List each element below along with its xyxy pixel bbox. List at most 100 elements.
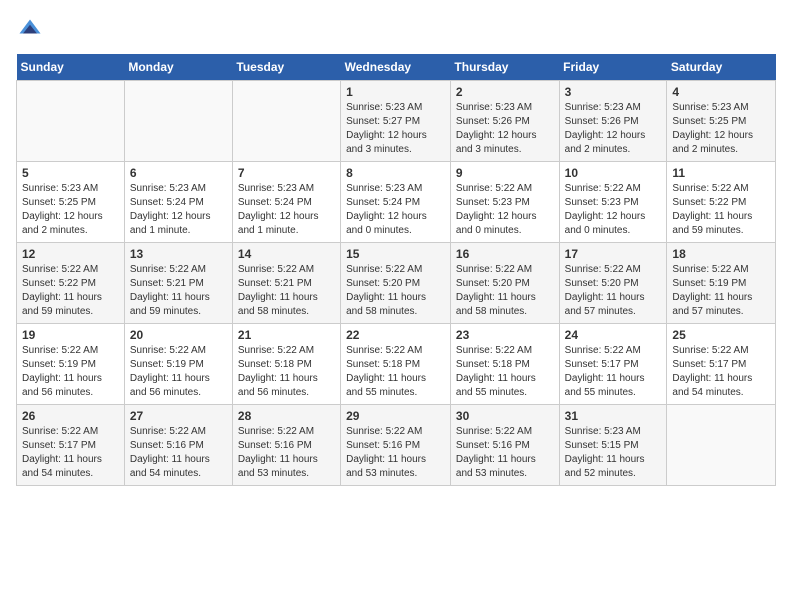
day-number: 7: [238, 166, 335, 180]
day-info: Sunrise: 5:23 AM Sunset: 5:26 PM Dayligh…: [565, 101, 662, 157]
page-header: [16, 16, 776, 44]
logo-icon: [16, 16, 44, 44]
day-number: 3: [565, 85, 662, 99]
day-number: 24: [565, 328, 662, 342]
day-info: Sunrise: 5:23 AM Sunset: 5:15 PM Dayligh…: [565, 425, 662, 481]
calendar-cell: 3 Sunrise: 5:23 AM Sunset: 5:26 PM Daylig…: [559, 81, 667, 162]
calendar-cell: 18Sunrise: 5:22 AM Sunset: 5:19 PM Dayli…: [667, 243, 776, 324]
calendar-cell: [667, 405, 776, 486]
calendar-week-2: 5 Sunrise: 5:23 AM Sunset: 5:25 PM Daylig…: [17, 162, 776, 243]
calendar-cell: 23 Sunrise: 5:22 AM Sunset: 5:18 PM Dayli…: [450, 324, 559, 405]
weekday-header-monday: Monday: [124, 54, 232, 81]
calendar-cell: [17, 81, 125, 162]
day-number: 2: [456, 85, 554, 99]
day-number: 15: [346, 247, 445, 261]
day-info: Sunrise: 5:22 AM Sunset: 5:20 PM Dayligh…: [565, 263, 662, 319]
calendar-table: SundayMondayTuesdayWednesdayThursdayFrid…: [16, 54, 776, 486]
day-info: Sunrise: 5:23 AM Sunset: 5:24 PM Dayligh…: [130, 182, 227, 238]
calendar-cell: 16 Sunrise: 5:22 AM Sunset: 5:20 PM Dayli…: [450, 243, 559, 324]
calendar-cell: 21Sunrise: 5:22 AM Sunset: 5:18 PM Dayli…: [232, 324, 340, 405]
day-info: Sunrise: 5:22 AM Sunset: 5:21 PM Dayligh…: [238, 263, 335, 319]
day-number: 5: [22, 166, 119, 180]
day-info: Sunrise: 5:22 AM Sunset: 5:16 PM Dayligh…: [346, 425, 445, 481]
day-number: 6: [130, 166, 227, 180]
calendar-cell: 24Sunrise: 5:22 AM Sunset: 5:17 PM Dayli…: [559, 324, 667, 405]
calendar-cell: 5 Sunrise: 5:23 AM Sunset: 5:25 PM Daylig…: [17, 162, 125, 243]
calendar-cell: 22 Sunrise: 5:22 AM Sunset: 5:18 PM Dayli…: [341, 324, 451, 405]
calendar-cell: 7 Sunrise: 5:23 AM Sunset: 5:24 PM Daylig…: [232, 162, 340, 243]
calendar-week-3: 12Sunrise: 5:22 AM Sunset: 5:22 PM Dayli…: [17, 243, 776, 324]
calendar-cell: 9 Sunrise: 5:22 AM Sunset: 5:23 PM Daylig…: [450, 162, 559, 243]
day-info: Sunrise: 5:22 AM Sunset: 5:22 PM Dayligh…: [672, 182, 770, 238]
calendar-cell: 11 Sunrise: 5:22 AM Sunset: 5:22 PM Dayli…: [667, 162, 776, 243]
calendar-cell: 27Sunrise: 5:22 AM Sunset: 5:16 PM Dayli…: [124, 405, 232, 486]
day-number: 13: [130, 247, 227, 261]
day-number: 20: [130, 328, 227, 342]
calendar-cell: 26 Sunrise: 5:22 AM Sunset: 5:17 PM Dayli…: [17, 405, 125, 486]
calendar-cell: 28 Sunrise: 5:22 AM Sunset: 5:16 PM Dayli…: [232, 405, 340, 486]
calendar-cell: 2 Sunrise: 5:23 AM Sunset: 5:26 PM Daylig…: [450, 81, 559, 162]
day-number: 1: [346, 85, 445, 99]
weekday-header-saturday: Saturday: [667, 54, 776, 81]
day-number: 26: [22, 409, 119, 423]
weekday-header-row: SundayMondayTuesdayWednesdayThursdayFrid…: [17, 54, 776, 81]
day-number: 19: [22, 328, 119, 342]
calendar-cell: 29Sunrise: 5:22 AM Sunset: 5:16 PM Dayli…: [341, 405, 451, 486]
day-number: 30: [456, 409, 554, 423]
calendar-week-4: 19 Sunrise: 5:22 AM Sunset: 5:19 PM Dayli…: [17, 324, 776, 405]
weekday-header-wednesday: Wednesday: [341, 54, 451, 81]
day-number: 11: [672, 166, 770, 180]
day-number: 8: [346, 166, 445, 180]
calendar-week-1: 1 Sunrise: 5:23 AM Sunset: 5:27 PM Daylig…: [17, 81, 776, 162]
day-number: 22: [346, 328, 445, 342]
day-info: Sunrise: 5:22 AM Sunset: 5:19 PM Dayligh…: [130, 344, 227, 400]
weekday-header-friday: Friday: [559, 54, 667, 81]
day-number: 14: [238, 247, 335, 261]
calendar-cell: [124, 81, 232, 162]
calendar-cell: 10 Sunrise: 5:22 AM Sunset: 5:23 PM Dayli…: [559, 162, 667, 243]
day-info: Sunrise: 5:23 AM Sunset: 5:24 PM Dayligh…: [346, 182, 445, 238]
day-number: 27: [130, 409, 227, 423]
day-info: Sunrise: 5:22 AM Sunset: 5:21 PM Dayligh…: [130, 263, 227, 319]
day-info: Sunrise: 5:23 AM Sunset: 5:25 PM Dayligh…: [22, 182, 119, 238]
day-info: Sunrise: 5:22 AM Sunset: 5:16 PM Dayligh…: [456, 425, 554, 481]
day-info: Sunrise: 5:22 AM Sunset: 5:19 PM Dayligh…: [672, 263, 770, 319]
calendar-cell: 1 Sunrise: 5:23 AM Sunset: 5:27 PM Daylig…: [341, 81, 451, 162]
day-info: Sunrise: 5:22 AM Sunset: 5:23 PM Dayligh…: [456, 182, 554, 238]
day-info: Sunrise: 5:22 AM Sunset: 5:18 PM Dayligh…: [346, 344, 445, 400]
calendar-header: SundayMondayTuesdayWednesdayThursdayFrid…: [17, 54, 776, 81]
day-info: Sunrise: 5:23 AM Sunset: 5:24 PM Dayligh…: [238, 182, 335, 238]
weekday-header-sunday: Sunday: [17, 54, 125, 81]
calendar-cell: 13 Sunrise: 5:22 AM Sunset: 5:21 PM Dayli…: [124, 243, 232, 324]
weekday-header-thursday: Thursday: [450, 54, 559, 81]
calendar-cell: 25Sunrise: 5:22 AM Sunset: 5:17 PM Dayli…: [667, 324, 776, 405]
day-number: 16: [456, 247, 554, 261]
day-number: 25: [672, 328, 770, 342]
day-info: Sunrise: 5:22 AM Sunset: 5:20 PM Dayligh…: [456, 263, 554, 319]
day-info: Sunrise: 5:23 AM Sunset: 5:25 PM Dayligh…: [672, 101, 770, 157]
calendar-cell: 20 Sunrise: 5:22 AM Sunset: 5:19 PM Dayli…: [124, 324, 232, 405]
calendar-cell: 14 Sunrise: 5:22 AM Sunset: 5:21 PM Dayli…: [232, 243, 340, 324]
day-number: 10: [565, 166, 662, 180]
day-info: Sunrise: 5:22 AM Sunset: 5:23 PM Dayligh…: [565, 182, 662, 238]
calendar-cell: 31 Sunrise: 5:23 AM Sunset: 5:15 PM Dayli…: [559, 405, 667, 486]
day-info: Sunrise: 5:22 AM Sunset: 5:20 PM Dayligh…: [346, 263, 445, 319]
day-info: Sunrise: 5:22 AM Sunset: 5:16 PM Dayligh…: [238, 425, 335, 481]
day-info: Sunrise: 5:23 AM Sunset: 5:26 PM Dayligh…: [456, 101, 554, 157]
calendar-cell: 6 Sunrise: 5:23 AM Sunset: 5:24 PM Daylig…: [124, 162, 232, 243]
day-number: 23: [456, 328, 554, 342]
calendar-week-5: 26 Sunrise: 5:22 AM Sunset: 5:17 PM Dayli…: [17, 405, 776, 486]
calendar-cell: 19Sunrise: 5:22 AM Sunset: 5:19 PM Dayli…: [17, 324, 125, 405]
day-info: Sunrise: 5:22 AM Sunset: 5:22 PM Dayligh…: [22, 263, 119, 319]
day-info: Sunrise: 5:22 AM Sunset: 5:18 PM Dayligh…: [238, 344, 335, 400]
calendar-cell: 17 Sunrise: 5:22 AM Sunset: 5:20 PM Dayli…: [559, 243, 667, 324]
day-number: 31: [565, 409, 662, 423]
day-number: 28: [238, 409, 335, 423]
day-info: Sunrise: 5:22 AM Sunset: 5:18 PM Dayligh…: [456, 344, 554, 400]
day-info: Sunrise: 5:23 AM Sunset: 5:27 PM Dayligh…: [346, 101, 445, 157]
day-number: 17: [565, 247, 662, 261]
calendar-cell: 8 Sunrise: 5:23 AM Sunset: 5:24 PM Daylig…: [341, 162, 451, 243]
calendar-body: 1 Sunrise: 5:23 AM Sunset: 5:27 PM Daylig…: [17, 81, 776, 486]
day-info: Sunrise: 5:22 AM Sunset: 5:17 PM Dayligh…: [22, 425, 119, 481]
day-number: 9: [456, 166, 554, 180]
